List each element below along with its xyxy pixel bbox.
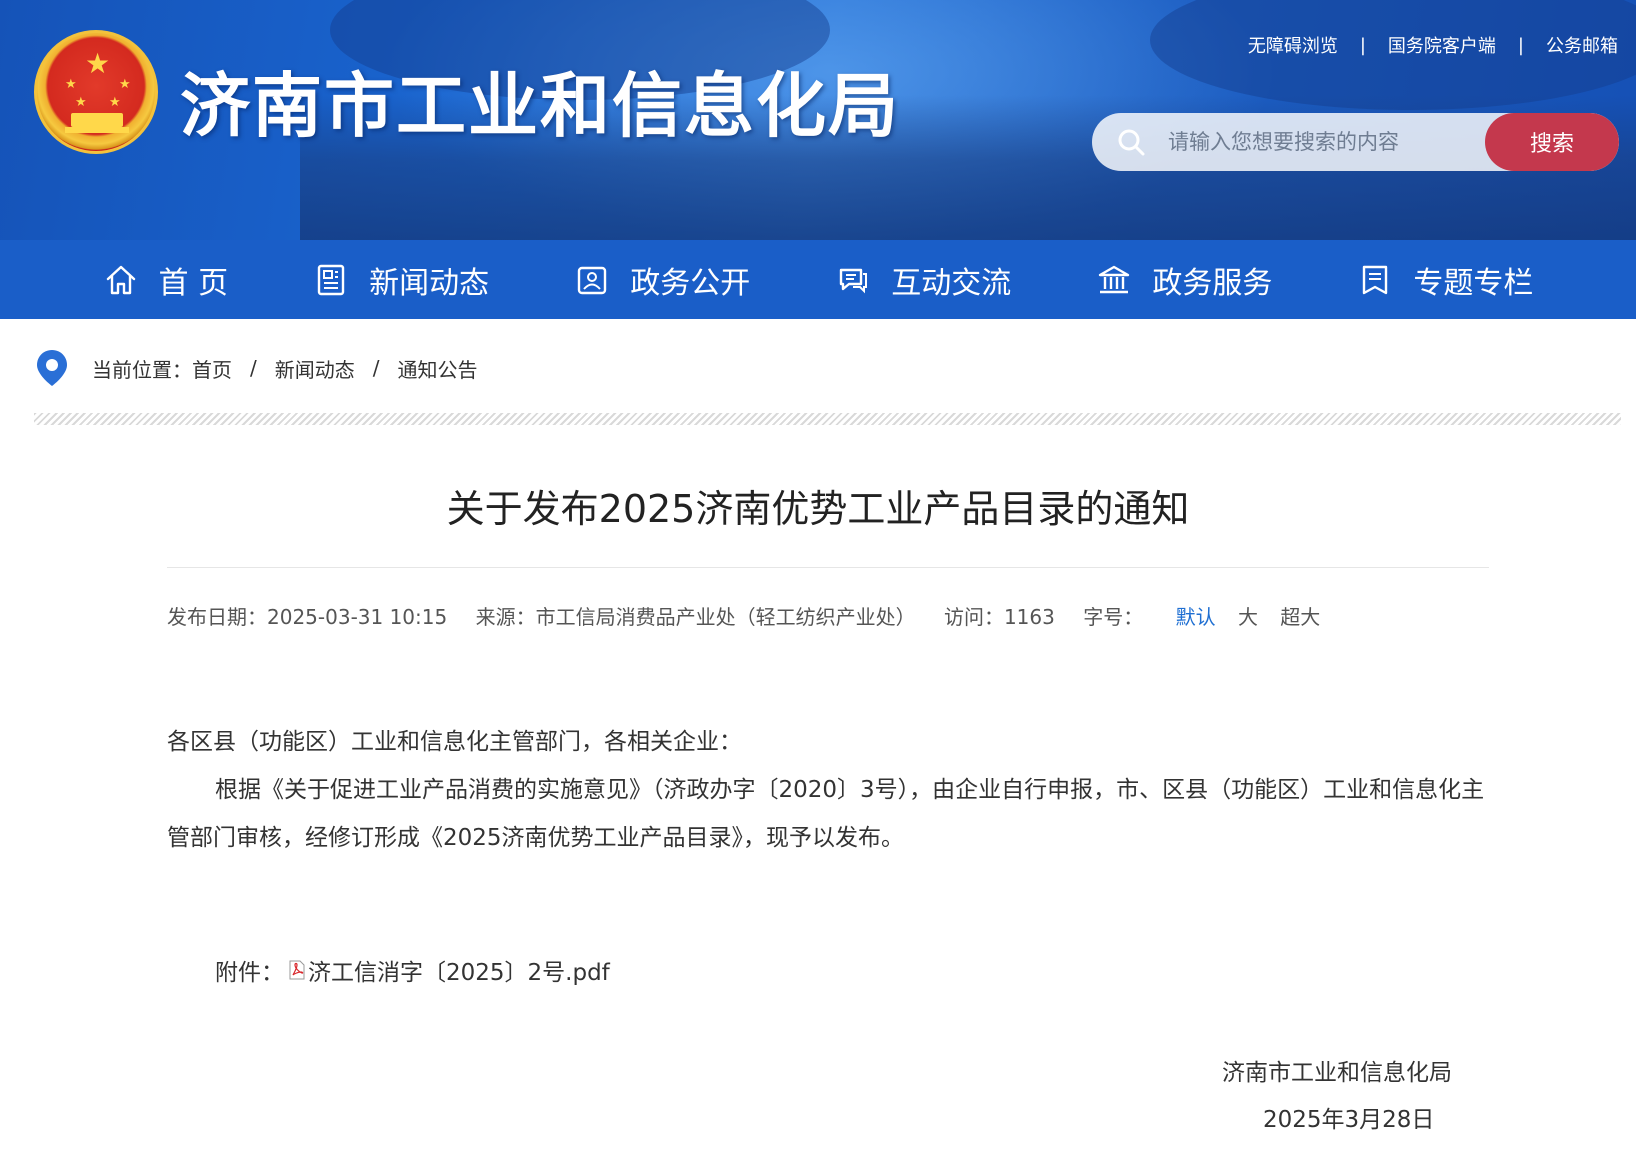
location-pin-icon (37, 350, 67, 386)
nav-item-label: 首 页 (158, 265, 229, 301)
news-icon (317, 264, 345, 295)
nav-item-label: 专题专栏 (1413, 265, 1534, 301)
search-icon (1118, 129, 1145, 156)
breadcrumb-separator: / (372, 356, 380, 380)
nav-item-special-columns[interactable]: 专题专栏 (1337, 240, 1553, 319)
site-header: ★ ★ ★ ★ ★ 济南市工业和信息化局 无障碍浏览 | 国务院客户端 | 公务… (0, 0, 1636, 240)
breadcrumb-news[interactable]: 新闻动态 (275, 354, 355, 383)
main-nav: 首 页 新闻动态 政务公开 互动交流 政务服务 专题专栏 (0, 240, 1636, 319)
breadcrumb-prefix: 当前位置： (92, 357, 192, 382)
font-size-default[interactable]: 默认 (1176, 605, 1216, 629)
publish-date: 发布日期：2025-03-31 10:15 (167, 605, 448, 629)
nav-item-government-affairs[interactable]: 政务公开 (554, 240, 770, 319)
breadcrumb-notices[interactable]: 通知公告 (398, 354, 478, 383)
official-email-link[interactable]: 公务邮箱 (1546, 32, 1618, 58)
attachment-label: 附件： (215, 960, 284, 986)
font-size-large[interactable]: 大 (1238, 605, 1258, 629)
chat-icon (840, 268, 868, 293)
breadcrumb-home[interactable]: 首页 (192, 354, 232, 383)
top-links: 无障碍浏览 | 国务院客户端 | 公务邮箱 (1248, 32, 1618, 58)
national-emblem-logo: ★ ★ ★ ★ ★ (34, 30, 158, 154)
visit-count: 访问：1163 (943, 605, 1055, 629)
accessibility-link[interactable]: 无障碍浏览 (1248, 32, 1338, 58)
hatched-divider (34, 413, 1621, 425)
nav-item-government-services[interactable]: 政务服务 (1076, 240, 1292, 319)
building-icon (1099, 265, 1130, 293)
article-paragraph: 根据《关于促进工业产品消费的实施意见》（济政办字〔2020〕3号），由企业自行申… (167, 777, 1485, 851)
nav-item-label: 新闻动态 (369, 265, 490, 301)
divider: | (1359, 34, 1366, 56)
font-size-label: 字号： (1083, 605, 1144, 629)
article-body: 各区县（功能区）工业和信息化主管部门，各相关企业： 根据《关于促进工业产品消费的… (167, 718, 1489, 862)
nav-item-label: 互动交流 (891, 265, 1012, 301)
column-icon (1363, 265, 1388, 294)
article-source: 来源：市工信局消费品产业处（轻工纺织产业处） (475, 605, 916, 629)
government-icon (578, 266, 607, 294)
search-button[interactable]: 搜索 (1485, 113, 1619, 171)
attachment: 附件： 济工信消字〔2025〕2号.pdf (215, 953, 610, 987)
state-council-client-link[interactable]: 国务院客户端 (1388, 32, 1496, 58)
search-input[interactable] (1168, 113, 1478, 171)
signature-date: 2025年3月28日 (1263, 1107, 1435, 1133)
salutation: 各区县（功能区）工业和信息化主管部门，各相关企业： (167, 729, 742, 755)
article-title: 关于发布2025济南优势工业产品目录的通知 (446, 487, 1190, 531)
home-icon (106, 265, 135, 294)
nav-item-interaction[interactable]: 互动交流 (815, 240, 1031, 319)
nav-item-label: 政务服务 (1152, 265, 1273, 301)
nav-item-news[interactable]: 新闻动态 (293, 240, 509, 319)
nav-item-label: 政务公开 (630, 265, 751, 301)
divider: | (1517, 34, 1524, 56)
signature-organization: 济南市工业和信息化局 (1222, 1060, 1452, 1086)
pdf-icon (289, 960, 305, 980)
attachment-link[interactable]: 济工信消字〔2025〕2号.pdf (308, 953, 610, 987)
article-meta: 发布日期：2025-03-31 10:15 来源：市工信局消费品产业处（轻工纺织… (167, 598, 1347, 636)
title-divider (167, 567, 1489, 568)
search-bar: 搜索 (1092, 113, 1619, 171)
font-size-extra-large[interactable]: 超大 (1280, 605, 1320, 629)
nav-item-home[interactable]: 首 页 (83, 240, 249, 319)
site-title: 济南市工业和信息化局 (180, 65, 900, 147)
breadcrumb-separator: / (250, 356, 257, 380)
breadcrumb: 当前位置： 首页 / 新闻动态 / 通知公告 (34, 348, 478, 388)
